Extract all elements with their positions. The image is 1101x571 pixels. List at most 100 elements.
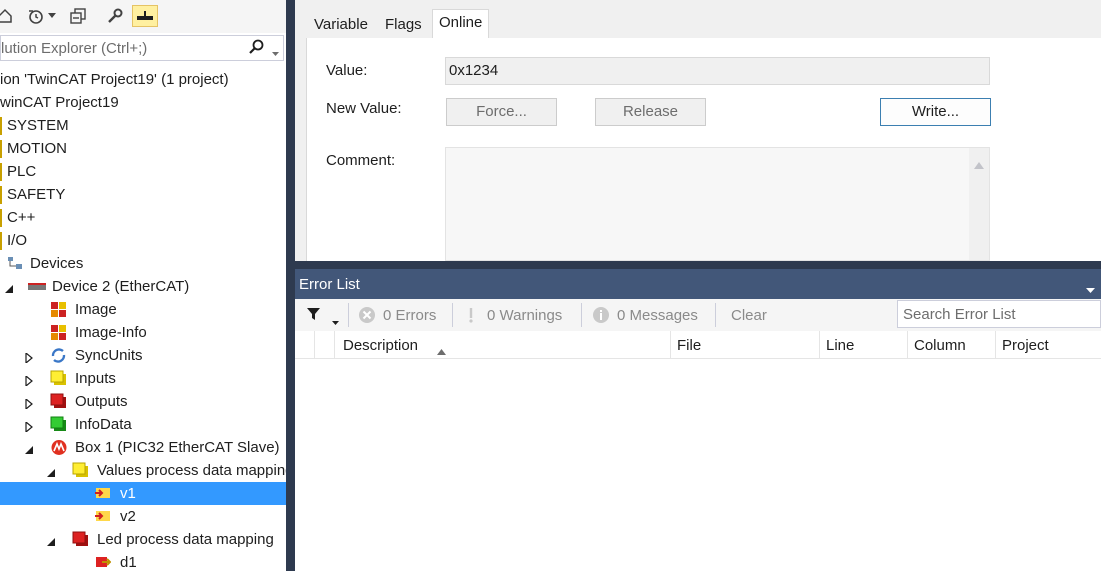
force-button[interactable]: Force... <box>446 98 557 126</box>
tree-item-v1[interactable]: v1 <box>0 482 286 505</box>
warnings-icon <box>462 306 480 328</box>
tree-item-label: SYSTEM <box>7 117 69 134</box>
preview-toggle-icon[interactable] <box>132 5 158 27</box>
warnings-filter-button[interactable]: 0 Warnings <box>487 307 562 324</box>
tree-item-label: C++ <box>7 209 36 226</box>
horizontal-splitter[interactable] <box>295 261 1101 269</box>
search-options-dropdown-icon[interactable] <box>272 44 279 61</box>
collapse-all-icon[interactable] <box>67 5 89 27</box>
messages-filter-button[interactable]: 0 Messages <box>617 307 698 324</box>
errors-icon <box>358 306 376 328</box>
tree-item-solution[interactable]: ion 'TwinCAT Project19' (1 project) <box>0 68 286 91</box>
tree-item-values-mapping[interactable]: Values process data mapping <box>0 459 286 482</box>
error-list-column-header: Description File Line Column Project <box>295 331 1101 359</box>
folder-edge-icon <box>0 117 2 135</box>
tree-item-label: v2 <box>120 508 136 525</box>
tree-item-label: SyncUnits <box>75 347 143 364</box>
tab-online[interactable]: Online <box>432 9 490 40</box>
folder-edge-icon <box>0 163 2 181</box>
column-project[interactable]: Project <box>1002 337 1049 354</box>
tree-item-label: winCAT Project19 <box>0 94 119 111</box>
error-list-toolbar: 0 Errors 0 Warnings 0 Messages Clear Sea… <box>295 299 1101 331</box>
column-column[interactable]: Column <box>914 337 966 354</box>
filter-icon[interactable] <box>307 308 320 325</box>
tree-item-motion[interactable]: MOTION <box>0 137 286 160</box>
collapsed-arrow-icon[interactable] <box>24 396 34 411</box>
clear-button[interactable]: Clear <box>731 307 767 324</box>
folder-edge-icon <box>0 186 2 204</box>
explorer-search-placeholder: lution Explorer (Ctrl+;) <box>1 40 148 57</box>
tree-item-safety[interactable]: SAFETY <box>0 183 286 206</box>
tree-item-io[interactable]: I/O <box>0 229 286 252</box>
comment-scrollbar[interactable] <box>969 148 989 260</box>
tree-item-d1[interactable]: d1 <box>0 551 286 571</box>
history-icon[interactable] <box>25 5 47 27</box>
comment-field[interactable] <box>445 147 990 261</box>
tree-item-label: Device 2 (EtherCAT) <box>52 278 190 295</box>
collapsed-arrow-icon[interactable] <box>24 373 34 388</box>
explorer-toolbar <box>0 0 286 33</box>
tree-item-box1[interactable]: Box 1 (PIC32 EtherCAT Slave) <box>0 436 286 459</box>
write-button[interactable]: Write... <box>880 98 991 126</box>
vertical-splitter[interactable] <box>286 0 295 571</box>
tree-item-plc[interactable]: PLC <box>0 160 286 183</box>
folder-edge-icon <box>0 209 2 227</box>
value-label: Value: <box>326 62 368 79</box>
led-mapping-icon <box>72 531 89 548</box>
tab-variable[interactable]: Variable <box>308 12 374 38</box>
search-icon[interactable] <box>249 39 265 59</box>
expanded-arrow-icon[interactable] <box>4 281 14 293</box>
error-search-placeholder: Search Error List <box>903 306 1016 323</box>
collapsed-arrow-icon[interactable] <box>24 350 34 365</box>
errors-filter-button[interactable]: 0 Errors <box>383 307 436 324</box>
expanded-arrow-icon[interactable] <box>46 465 56 477</box>
tree-item-device2[interactable]: Device 2 (EtherCAT) <box>0 275 286 298</box>
tree-item-label: Led process data mapping <box>97 531 274 548</box>
scroll-up-icon[interactable] <box>974 156 984 173</box>
tree-item-label: ion 'TwinCAT Project19' (1 project) <box>0 71 229 88</box>
tree-item-image-info[interactable]: Image-Info <box>0 321 286 344</box>
tree-item-inputs[interactable]: Inputs <box>0 367 286 390</box>
tree-item-label: Inputs <box>75 370 116 387</box>
syncunits-icon <box>50 347 67 364</box>
tree-item-project[interactable]: winCAT Project19 <box>0 91 286 114</box>
home-icon[interactable] <box>0 5 16 27</box>
column-line[interactable]: Line <box>826 337 854 354</box>
tree-item-led-mapping[interactable]: Led process data mapping <box>0 528 286 551</box>
outputs-icon <box>50 393 67 410</box>
tree-item-devices[interactable]: Devices <box>0 252 286 275</box>
tree-item-system[interactable]: SYSTEM <box>0 114 286 137</box>
column-separator <box>670 331 671 359</box>
explorer-search-input[interactable]: lution Explorer (Ctrl+;) <box>0 35 284 61</box>
toolbar-separator <box>581 303 582 327</box>
column-file[interactable]: File <box>677 337 701 354</box>
history-dropdown-icon[interactable] <box>45 5 59 27</box>
properties-wrench-icon[interactable] <box>104 5 126 27</box>
panel-options-dropdown-icon[interactable] <box>1086 281 1095 298</box>
tree-item-image[interactable]: Image <box>0 298 286 321</box>
comment-label: Comment: <box>326 152 396 169</box>
expanded-arrow-icon[interactable] <box>24 442 34 454</box>
tree-item-cpp[interactable]: C++ <box>0 206 286 229</box>
ethercat-device-icon <box>27 278 46 295</box>
sort-ascending-icon <box>437 342 446 359</box>
image-info-icon <box>50 324 67 341</box>
infodata-icon <box>50 416 67 433</box>
variable-properties-panel: Variable Flags Online Value: 0x1234 New … <box>295 0 1101 261</box>
tree-item-label: v1 <box>120 485 136 502</box>
release-button[interactable]: Release <box>595 98 706 126</box>
toolbar-separator <box>348 303 349 327</box>
tree-item-infodata[interactable]: InfoData <box>0 413 286 436</box>
error-list-search-input[interactable]: Search Error List <box>897 300 1101 328</box>
tree-item-v2[interactable]: v2 <box>0 505 286 528</box>
tab-flags[interactable]: Flags <box>379 12 428 38</box>
filter-dropdown-icon[interactable] <box>332 313 339 330</box>
tree-item-outputs[interactable]: Outputs <box>0 390 286 413</box>
column-description[interactable]: Description <box>343 337 418 354</box>
folder-edge-icon <box>0 232 2 250</box>
messages-icon <box>592 306 610 328</box>
tree-item-syncunits[interactable]: SyncUnits <box>0 344 286 367</box>
expanded-arrow-icon[interactable] <box>46 534 56 546</box>
tree-item-label: SAFETY <box>7 186 66 203</box>
collapsed-arrow-icon[interactable] <box>24 419 34 434</box>
